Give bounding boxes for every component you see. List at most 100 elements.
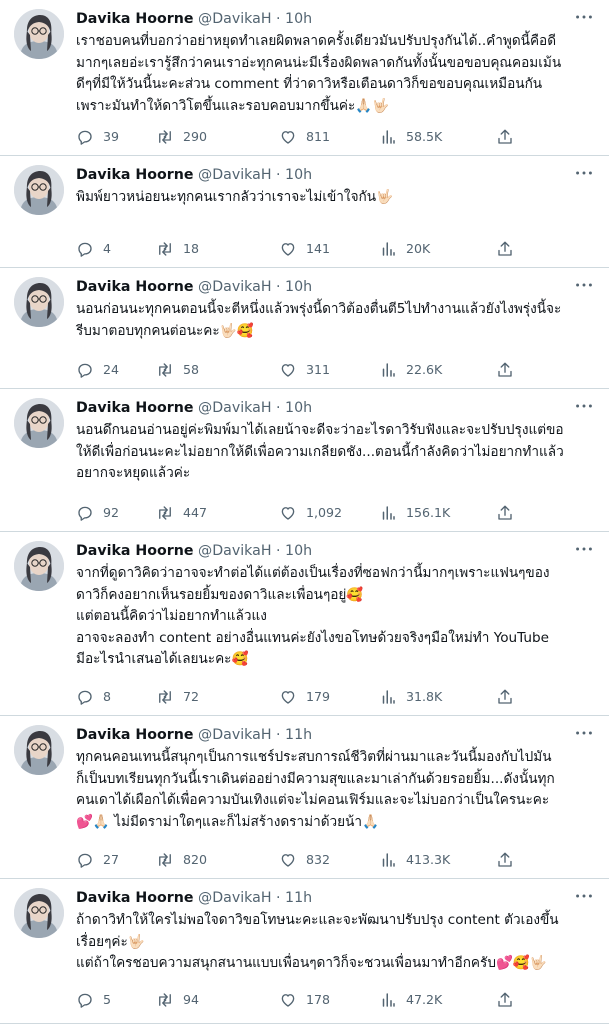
avatar[interactable]: [14, 9, 64, 59]
avatar[interactable]: [14, 277, 64, 327]
reply-icon: [78, 130, 92, 145]
tweet-header: Davika Hoorne @DavikaH · 10h: [76, 277, 569, 297]
retweet-button[interactable]: 58: [156, 359, 199, 381]
more-dots-icon[interactable]: [573, 885, 595, 907]
reply-button[interactable]: 8: [76, 686, 111, 708]
more-dots-icon[interactable]: [573, 274, 595, 296]
views-button[interactable]: 156.1K: [379, 502, 450, 524]
reply-button[interactable]: 4: [76, 238, 111, 260]
tweet[interactable]: Davika Hoorne @DavikaH · 11h ถ้าดาวิทำให…: [0, 879, 609, 1024]
author-name[interactable]: Davika Hoorne: [76, 400, 194, 416]
avatar[interactable]: [14, 888, 64, 938]
more-dots-icon[interactable]: [573, 395, 595, 417]
heart-icon: [281, 994, 295, 1007]
like-button[interactable]: 311: [279, 359, 330, 381]
like-count: 179: [306, 689, 331, 704]
author-name[interactable]: Davika Hoorne: [76, 543, 194, 559]
retweet-button[interactable]: 290: [156, 126, 207, 148]
avatar[interactable]: [14, 725, 64, 775]
tweet-time[interactable]: 10h: [285, 543, 312, 559]
more-dots-icon[interactable]: [573, 6, 595, 28]
tweet-text-line: พิมพ์ยาวหน่อยนะทุกคนเรากลัวว่าเราจะไม่เข…: [76, 189, 393, 205]
retweet-button[interactable]: 820: [156, 849, 207, 871]
retweet-count: 290: [183, 129, 208, 144]
reply-button[interactable]: 24: [76, 359, 119, 381]
share-icon: [498, 129, 512, 144]
tweet[interactable]: Davika Hoorne @DavikaH · 10h นอนดึกนอนอ่…: [0, 389, 609, 532]
author-name[interactable]: Davika Hoorne: [76, 11, 194, 27]
avatar[interactable]: [14, 165, 64, 215]
share-button[interactable]: [496, 126, 514, 148]
reply-icon: [78, 363, 92, 378]
tweet[interactable]: Davika Hoorne @DavikaH · 10h พิมพ์ยาวหน่…: [0, 156, 609, 268]
share-button[interactable]: [496, 989, 514, 1011]
tweet-time[interactable]: 11h: [285, 890, 312, 906]
tweet-time[interactable]: 10h: [285, 11, 312, 27]
author-name[interactable]: Davika Hoorne: [76, 890, 194, 906]
views-button[interactable]: 413.3K: [379, 849, 450, 871]
views-chart-icon: [382, 506, 395, 520]
views-chart-icon: [382, 130, 395, 144]
heart-icon: [281, 131, 295, 144]
views-button[interactable]: 47.2K: [379, 989, 442, 1011]
reply-button[interactable]: 5: [76, 989, 111, 1011]
like-button[interactable]: 178: [279, 989, 330, 1011]
share-button[interactable]: [496, 359, 514, 381]
retweet-button[interactable]: 72: [156, 686, 199, 708]
like-button[interactable]: 141: [279, 238, 330, 260]
tweet[interactable]: Davika Hoorne @DavikaH · 10h จากที่ดูดาว…: [0, 532, 609, 716]
share-button[interactable]: [496, 849, 514, 871]
like-count: 811: [306, 129, 331, 144]
views-button[interactable]: 31.8K: [379, 686, 442, 708]
views-button[interactable]: 20K: [379, 238, 430, 260]
tweet-time[interactable]: 11h: [285, 727, 312, 743]
author-handle[interactable]: @DavikaH: [198, 543, 271, 559]
author-handle[interactable]: @DavikaH: [198, 400, 271, 416]
author-name[interactable]: Davika Hoorne: [76, 279, 194, 295]
views-button[interactable]: 58.5K: [379, 126, 442, 148]
author-handle[interactable]: @DavikaH: [198, 11, 271, 27]
tweet-header: Davika Hoorne @DavikaH · 11h: [76, 725, 569, 745]
like-button[interactable]: 832: [279, 849, 330, 871]
author-name[interactable]: Davika Hoorne: [76, 167, 194, 183]
more-dots-icon[interactable]: [573, 538, 595, 560]
retweet-count: 94: [183, 992, 200, 1007]
views-button[interactable]: 22.6K: [379, 359, 442, 381]
tweet-time[interactable]: 10h: [285, 400, 312, 416]
tweet[interactable]: Davika Hoorne @DavikaH · 10h นอนก่อนนะทุ…: [0, 268, 609, 389]
more-dots-icon[interactable]: [573, 162, 595, 184]
heart-icon: [281, 243, 295, 256]
like-button[interactable]: 811: [279, 126, 330, 148]
like-button[interactable]: 1,092: [279, 502, 342, 524]
tweet[interactable]: Davika Hoorne @DavikaH · 11h ทุกคนคอนเทน…: [0, 716, 609, 879]
share-button[interactable]: [496, 686, 514, 708]
tweet-actions: 4 18 141 20K: [76, 238, 516, 260]
retweet-button[interactable]: 94: [156, 989, 199, 1011]
tweet-time[interactable]: 10h: [285, 167, 312, 183]
retweet-button[interactable]: 447: [156, 502, 207, 524]
author-handle[interactable]: @DavikaH: [198, 279, 271, 295]
retweet-button[interactable]: 18: [156, 238, 199, 260]
avatar[interactable]: [14, 398, 64, 448]
tweet-time[interactable]: 10h: [285, 279, 312, 295]
author-name[interactable]: Davika Hoorne: [76, 727, 194, 743]
more-dots-icon[interactable]: [573, 722, 595, 744]
share-button[interactable]: [496, 502, 514, 524]
reply-button[interactable]: 39: [76, 126, 119, 148]
reply-button[interactable]: 27: [76, 849, 119, 871]
avatar[interactable]: [14, 541, 64, 591]
tweet-text-line: มากๆเลยอ่ะเรารู้สึกว่าคนเราอ่ะทุกคนน่ะมี…: [76, 54, 562, 71]
author-handle[interactable]: @DavikaH: [198, 167, 271, 183]
tweet-feed: Davika Hoorne @DavikaH · 10h เราชอบคนที่…: [0, 0, 609, 1024]
reply-count: 5: [103, 992, 112, 1007]
reply-button[interactable]: 92: [76, 502, 119, 524]
author-handle[interactable]: @DavikaH: [198, 727, 271, 743]
tweet-actions: 8 72 179 31.8K: [76, 686, 516, 708]
author-handle[interactable]: @DavikaH: [198, 890, 271, 906]
views-chart-icon: [382, 363, 395, 377]
tweet[interactable]: Davika Hoorne @DavikaH · 10h เราชอบคนที่…: [0, 0, 609, 156]
heart-icon: [281, 854, 295, 867]
reply-icon: [78, 506, 92, 521]
share-button[interactable]: [496, 238, 514, 260]
like-button[interactable]: 179: [279, 686, 330, 708]
